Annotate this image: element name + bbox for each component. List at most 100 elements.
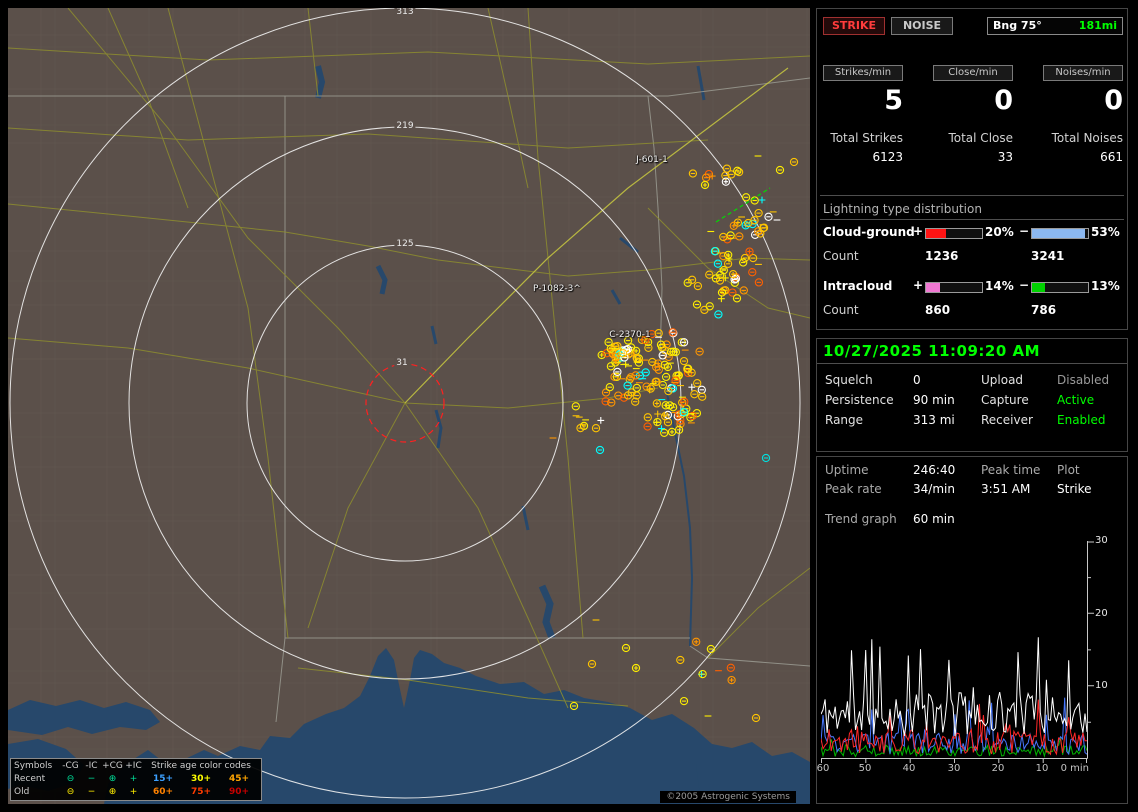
- legend-strike-symbol: ⊕: [108, 774, 117, 784]
- legend-age-code: 30+: [190, 774, 212, 784]
- minus-sign: −: [1019, 224, 1030, 238]
- cg-plus-pct: 20%: [985, 225, 1014, 239]
- ic-minus-bar: [1031, 282, 1089, 293]
- uptime-value: 246:40: [913, 463, 956, 477]
- storm-cell-label: C-2370-1: [609, 330, 651, 340]
- capture-status: Active: [1057, 393, 1095, 407]
- cg-plus-count: 1236: [925, 249, 959, 263]
- trend-graph: [821, 541, 1094, 763]
- cg-count-label: Count: [823, 249, 859, 263]
- range-ring-label: 31: [394, 358, 410, 368]
- legend-strike-symbol: −: [87, 787, 96, 797]
- y-tick-30: 30: [1095, 535, 1108, 546]
- ic-plus-bar: [925, 282, 983, 293]
- legend-column-header: -IC: [85, 761, 98, 771]
- x-tick-60: 60: [816, 763, 830, 774]
- intracloud-label: Intracloud: [823, 279, 893, 293]
- x-tick-30: 30: [947, 763, 961, 774]
- x-tick-40: 40: [902, 763, 916, 774]
- persistence-label: Persistence: [825, 393, 894, 407]
- total-noises-label: Total Noises: [1051, 131, 1123, 145]
- trend-panel: Uptime 246:40 Peak time Plot Peak rate 3…: [816, 456, 1128, 804]
- storm-cell-label: P-1082-3^: [533, 284, 581, 294]
- minus-sign: −: [1019, 278, 1030, 292]
- divider: [820, 219, 1124, 220]
- plus-sign: +: [913, 278, 924, 292]
- total-noises-value: 661: [1100, 150, 1123, 164]
- range-ring-label: 313: [394, 8, 416, 17]
- y-tick-20: 20: [1095, 608, 1108, 619]
- datetime-display: 10/27/2025 11:09:20 AM: [823, 342, 1041, 360]
- x-tick-50: 50: [858, 763, 872, 774]
- distribution-title: Lightning type distribution: [823, 202, 982, 216]
- range-label: Range: [825, 413, 864, 427]
- bearing-distance-display: Bng 75° 181mi: [987, 17, 1123, 35]
- legend-strike-symbol: ⊕: [108, 787, 117, 797]
- plot-value: Strike: [1057, 482, 1092, 496]
- legend-strike-symbol: ⊖: [66, 774, 75, 784]
- ic-plus-pct: 14%: [985, 279, 1014, 293]
- total-close-value: 33: [997, 150, 1013, 164]
- legend-age-code: 75+: [190, 787, 212, 797]
- legend-age-code: 90+: [228, 787, 250, 797]
- legend-symbols-header: Symbols: [14, 761, 53, 771]
- plot-label: Plot: [1057, 463, 1080, 477]
- cloud-ground-label: Cloud-ground: [823, 225, 915, 239]
- divider: [820, 195, 1124, 196]
- receiver-status: Enabled: [1057, 413, 1106, 427]
- legend-column-header: -CG: [62, 761, 79, 771]
- storm-cell-label: J-601-1: [636, 155, 668, 165]
- ic-minus-count: 786: [1031, 303, 1057, 317]
- upload-label: Upload: [981, 373, 1024, 387]
- copyright-text: ©2005 Astrogenic Systems: [660, 791, 796, 803]
- plus-sign: +: [913, 224, 924, 238]
- status-panel: 10/27/2025 11:09:20 AM Squelch 0 Upload …: [816, 338, 1128, 452]
- peak-rate-value: 34/min: [913, 482, 955, 496]
- total-close-label: Total Close: [948, 131, 1013, 145]
- receiver-label: Receiver: [981, 413, 1033, 427]
- x-tick-0min: 0 min: [1060, 763, 1089, 774]
- strike-mode-button[interactable]: STRIKE: [823, 17, 885, 35]
- total-strikes-value: 6123: [872, 150, 903, 164]
- distance-value: 181mi: [1078, 19, 1117, 32]
- peak-time-value: 3:51 AM: [981, 482, 1031, 496]
- close-per-min-button[interactable]: Close/min: [933, 65, 1013, 81]
- total-strikes-label: Total Strikes: [830, 131, 903, 145]
- y-tick-10: 10: [1095, 680, 1108, 691]
- squelch-value: 0: [913, 373, 921, 387]
- ic-plus-count: 860: [925, 303, 951, 317]
- range-value: 313 mi: [913, 413, 955, 427]
- noise-mode-button[interactable]: NOISE: [891, 17, 953, 35]
- legend-age-code: 60+: [152, 787, 174, 797]
- close-per-min-value: 0: [994, 85, 1013, 116]
- legend-strike-symbol: ⊖: [66, 787, 75, 797]
- control-panel: STRIKE NOISE Bng 75° 181mi Strikes/min C…: [816, 8, 1130, 804]
- legend-row-label: Old: [14, 787, 30, 797]
- noises-per-min-value: 0: [1104, 85, 1123, 116]
- x-tick-20: 20: [991, 763, 1005, 774]
- legend-age-code: 45+: [228, 774, 250, 784]
- persistence-value: 90 min: [913, 393, 955, 407]
- legend-strike-symbol: −: [87, 774, 96, 784]
- noises-per-min-button[interactable]: Noises/min: [1043, 65, 1123, 81]
- cg-plus-bar: [925, 228, 983, 239]
- strikes-per-min-button[interactable]: Strikes/min: [823, 65, 903, 81]
- counters-panel: STRIKE NOISE Bng 75° 181mi Strikes/min C…: [816, 8, 1128, 330]
- cg-minus-count: 3241: [1031, 249, 1065, 263]
- legend-column-header: +CG: [102, 761, 123, 771]
- bearing-value: Bng 75°: [993, 19, 1042, 32]
- capture-label: Capture: [981, 393, 1029, 407]
- upload-status: Disabled: [1057, 373, 1110, 387]
- lightning-map: Symbols -CG -IC +CG +IC Strike age color code…: [8, 8, 810, 804]
- legend-age-header: Strike age color codes: [151, 761, 251, 771]
- legend-age-code: 15+: [152, 774, 174, 784]
- app-root: Symbols -CG -IC +CG +IC Strike age color code…: [0, 0, 1138, 812]
- uptime-label: Uptime: [825, 463, 869, 477]
- squelch-label: Squelch: [825, 373, 873, 387]
- ic-count-label: Count: [823, 303, 859, 317]
- legend-row-label: Recent: [14, 774, 46, 784]
- peak-time-label: Peak time: [981, 463, 1041, 477]
- legend-strike-symbol: +: [129, 787, 138, 797]
- map-legend: Symbols -CG -IC +CG +IC Strike age color code…: [10, 758, 262, 801]
- divider: [817, 363, 1127, 364]
